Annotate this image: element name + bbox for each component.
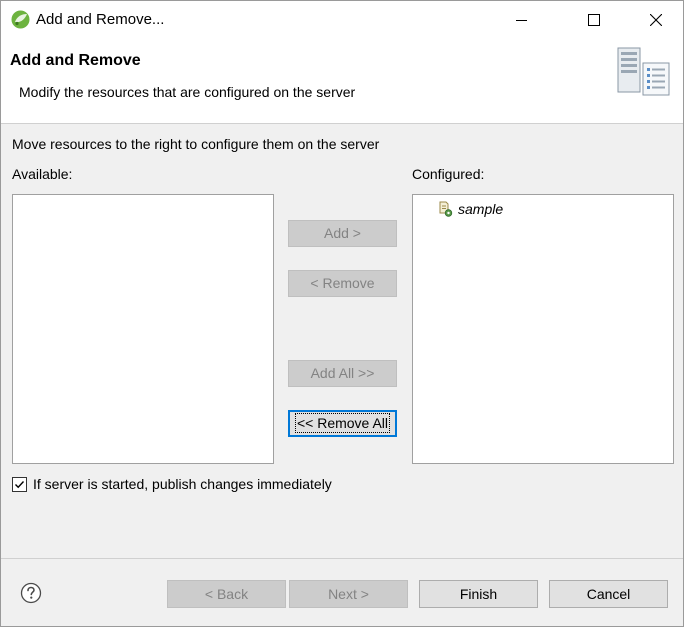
back-button[interactable]: < Back	[167, 580, 286, 608]
publish-immediately-label: If server is started, publish changes im…	[33, 476, 332, 492]
server-wizard-graphic-icon	[615, 45, 673, 97]
finish-button[interactable]: Finish	[419, 580, 538, 608]
next-button[interactable]: Next >	[289, 580, 408, 608]
title-bar: Add and Remove...	[1, 1, 683, 39]
publish-immediately-checkbox[interactable]	[12, 476, 27, 492]
remove-button[interactable]: < Remove	[288, 270, 397, 297]
remove-all-button[interactable]: << Remove All	[288, 410, 397, 437]
maximize-button[interactable]	[571, 1, 617, 39]
wizard-banner: Add and Remove Modify the resources that…	[1, 39, 683, 124]
add-all-button[interactable]: Add All >>	[288, 360, 397, 387]
minimize-button[interactable]	[499, 1, 545, 39]
add-remove-dialog: Add and Remove... Add and Remove Modify …	[0, 0, 684, 627]
web-module-icon	[437, 201, 453, 217]
banner-description: Modify the resources that are configured…	[19, 84, 356, 100]
window-title: Add and Remove...	[36, 11, 165, 28]
available-list[interactable]	[12, 194, 274, 464]
close-button[interactable]	[633, 1, 679, 39]
cancel-button[interactable]: Cancel	[549, 580, 668, 608]
help-icon[interactable]	[20, 582, 42, 604]
eclipse-spring-icon	[11, 10, 30, 29]
banner-title: Add and Remove	[10, 52, 141, 69]
list-item[interactable]: sample	[437, 199, 503, 219]
remove-all-label: << Remove All	[294, 413, 391, 433]
item-label: sample	[458, 201, 504, 217]
publish-immediately-checkbox-row[interactable]: If server is started, publish changes im…	[12, 476, 332, 492]
configured-list[interactable]: sample	[412, 194, 674, 464]
configured-label: Configured:	[412, 166, 485, 182]
footer-separator	[1, 558, 683, 559]
add-button[interactable]: Add >	[288, 220, 397, 247]
instructions-text: Move resources to the right to configure…	[12, 136, 380, 152]
available-label: Available:	[12, 166, 73, 182]
